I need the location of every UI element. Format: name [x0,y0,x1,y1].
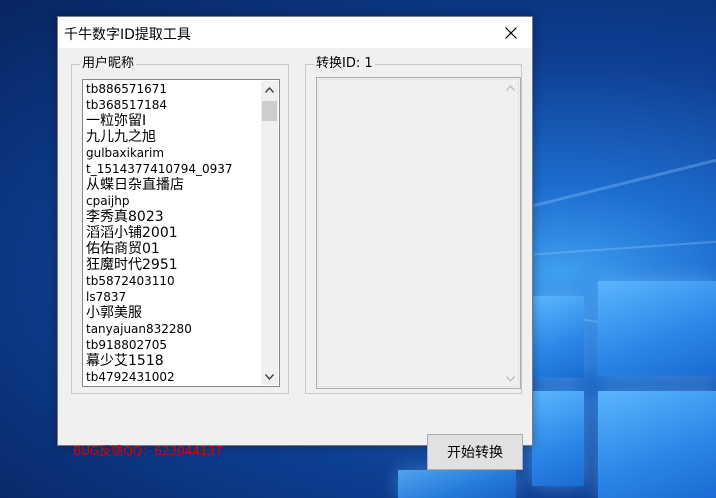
list-item[interactable]: tb886571671 [86,81,257,97]
scroll-down-button[interactable] [261,368,278,385]
window-client: 用户昵称 tb886571671 tb368517184 一粒弥留I 九儿九之旭 gul… [58,48,532,470]
bug-feedback-label: BUG反馈QQ：623044137 [73,444,223,458]
list-item[interactable]: tb368517184 [86,97,257,113]
chevron-up-icon [506,84,515,91]
list-item[interactable]: tb5872403110 [86,273,257,289]
windows-logo-pane [532,391,584,486]
convert-output-inner [318,79,519,387]
windows-logo-pane [598,391,716,498]
close-button[interactable] [490,17,532,48]
list-item[interactable]: ls7837 [86,289,257,305]
list-item[interactable]: gulbaxikarim [86,145,257,161]
title-bar[interactable]: 千牛数字ID提取工具 [58,17,532,48]
chevron-up-icon [265,86,274,93]
output-scroll-up-button[interactable] [502,79,519,96]
list-item[interactable]: tb918802705 [86,337,257,353]
convert-group-label: 转换ID: 1 [314,56,375,72]
list-item[interactable]: 幕少艾1518 [86,353,257,369]
list-item[interactable]: 李秀真8023 [86,209,257,225]
windows-logo-pane [532,296,584,378]
list-item[interactable]: tanyajuan832280 [86,321,257,337]
list-item[interactable]: 小郭美服 [86,305,257,321]
nickname-listbox[interactable]: tb886571671 tb368517184 一粒弥留I 九儿九之旭 gulbaxik… [82,79,280,387]
scroll-up-button[interactable] [261,81,278,98]
output-scroll-down-button[interactable] [502,370,519,387]
list-item[interactable]: 佑佑商贸01 [86,241,257,257]
nickname-group-label: 用户昵称 [80,56,137,72]
close-icon [505,26,517,39]
list-item[interactable]: 九儿九之旭 [86,129,257,145]
list-item[interactable]: cpaijhp [86,193,257,209]
nickname-scrollbar[interactable] [261,81,278,385]
list-item[interactable]: 狂魔时代2951 [86,257,257,273]
convert-output-box[interactable] [316,77,521,389]
output-scrollbar[interactable] [502,79,519,387]
list-item[interactable]: 一粒弥留I [86,113,257,129]
scroll-thumb[interactable] [262,101,277,121]
window-title: 千牛数字ID提取工具 [64,27,191,43]
app-window: 千牛数字ID提取工具 用户昵称 tb886571671 tb368517184 一粒… [57,16,533,470]
list-item[interactable]: t_1514377410794_0937 [86,161,257,177]
chevron-down-icon [506,375,515,382]
windows-logo-pane [598,281,716,376]
nickname-group: 用户昵称 tb886571671 tb368517184 一粒弥留I 九儿九之旭 gul… [71,56,289,394]
list-item[interactable]: 滔滔小铺2001 [86,225,257,241]
nickname-list: tb886571671 tb368517184 一粒弥留I 九儿九之旭 gulbaxik… [86,81,257,385]
list-item[interactable]: 从蝶日杂直播店 [86,177,257,193]
chevron-down-icon [265,373,274,380]
start-convert-button[interactable]: 开始转换 [427,434,523,470]
windows-logo-pane [398,470,516,498]
list-item[interactable]: tb4792431002 [86,369,257,385]
convert-group: 转换ID: 1 [305,56,522,394]
